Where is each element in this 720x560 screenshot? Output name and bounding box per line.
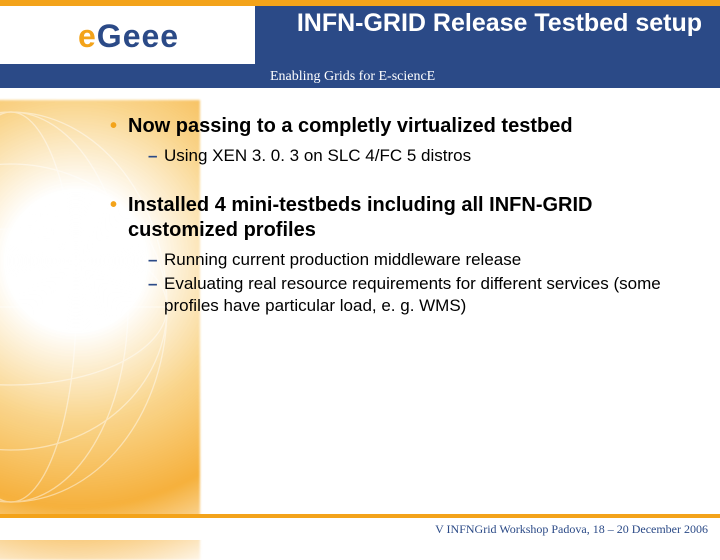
sub-list: Running current production middleware re… bbox=[110, 249, 690, 317]
logo-letter-e1: e bbox=[78, 18, 97, 55]
logo-letter-g: G bbox=[97, 18, 123, 55]
logo-letters-ee: eee bbox=[123, 18, 179, 55]
bullet-item: Installed 4 mini-testbeds including all … bbox=[110, 193, 690, 317]
slide-content: Now passing to a completly virtualized t… bbox=[0, 88, 720, 317]
logo-text: eGeee bbox=[78, 18, 179, 55]
egee-logo: eGeee bbox=[78, 18, 179, 55]
sub-item: Evaluating real resource requirements fo… bbox=[148, 273, 690, 317]
footer-bar: V INFNGrid Workshop Padova, 18 – 20 Dece… bbox=[0, 514, 720, 540]
sub-list: Using XEN 3. 0. 3 on SLC 4/FC 5 distros bbox=[110, 145, 690, 167]
tagline: Enabling Grids for E-sciencE bbox=[270, 69, 435, 85]
sub-item: Using XEN 3. 0. 3 on SLC 4/FC 5 distros bbox=[148, 145, 690, 167]
bullet-list: Now passing to a completly virtualized t… bbox=[110, 114, 690, 317]
sub-item: Running current production middleware re… bbox=[148, 249, 690, 271]
bullet-text: Installed 4 mini-testbeds including all … bbox=[110, 193, 690, 243]
page-title: INFN-GRID Release Testbed setup bbox=[262, 10, 702, 38]
bullet-text: Now passing to a completly virtualized t… bbox=[110, 114, 690, 139]
bullet-item: Now passing to a completly virtualized t… bbox=[110, 114, 690, 167]
footer-text: V INFNGrid Workshop Padova, 18 – 20 Dece… bbox=[435, 522, 708, 537]
header-bar: eGeee INFN-GRID Release Testbed setup En… bbox=[0, 0, 720, 88]
